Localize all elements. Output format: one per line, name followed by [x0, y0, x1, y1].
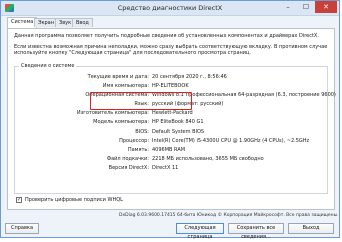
info-row-processor: Процессор: Intel(R) Core(TM) i5-4300U CP… — [15, 138, 325, 145]
info-label: Процессор: — [119, 138, 149, 144]
info-value: Intel(R) Core(TM) i5-4300U CPU @ 1.90GHz… — [152, 138, 310, 144]
system-info-group-title: Сведения о системе — [19, 63, 77, 69]
tab-system[interactable]: Система — [7, 17, 38, 28]
system-info-group: Сведения о системе Текущие время и дата:… — [14, 63, 336, 194]
info-label: Имя компьютера: — [102, 83, 149, 89]
exit-button[interactable]: Выход — [288, 223, 334, 234]
info-value: 2218 МБ использовано, 3655 МБ свободно — [152, 156, 264, 162]
info-label: Изготовитель компьютера: — [76, 110, 149, 116]
close-button[interactable]: ✕ — [315, 1, 337, 13]
info-value: Hewlett-Packard — [152, 110, 193, 116]
info-value: 4096MB RAM — [152, 147, 186, 153]
info-label: Модель компьютера: — [93, 119, 149, 125]
intro-description: Данная программа позволяет получить подр… — [14, 33, 332, 57]
info-row-computer-name: Имя компьютера: HP-ELITEBOOK — [15, 83, 325, 90]
title-bar[interactable]: Средство диагностики DirectX – ☐ ✕ — [1, 1, 339, 16]
info-row-manufacturer: Изготовитель компьютера: Hewlett-Packard — [15, 110, 325, 117]
dxdiag-window: Средство диагностики DirectX – ☐ ✕ Систе… — [0, 0, 340, 240]
tab-input[interactable]: Ввод — [72, 18, 93, 27]
info-row-model: Модель компьютера: HP EliteBook 840 G1 — [15, 119, 325, 126]
help-button[interactable]: Справка — [5, 223, 39, 234]
info-label: BIOS: — [135, 129, 149, 135]
intro-text-secondary: Если известна возможная причина неполадк… — [14, 43, 328, 57]
minimize-button[interactable]: – — [279, 1, 297, 13]
whql-checkbox[interactable]: ✓ — [16, 197, 22, 203]
intro-text: Данная программа позволяет получить подр… — [14, 33, 319, 39]
info-label: Файл подкачки: — [106, 156, 149, 162]
system-tab-panel: Данная программа позволяет получить подр… — [7, 28, 336, 210]
manufacturer-model-highlight — [90, 92, 192, 110]
info-value: HP EliteBook 840 G1 — [152, 119, 204, 125]
info-row-bios: BIOS: Default System BIOS — [15, 129, 325, 136]
info-value: HP-ELITEBOOK — [152, 83, 189, 89]
maximize-button[interactable]: ☐ — [297, 1, 315, 13]
info-row-datetime: Текущие время и дата: 20 сентября 2020 г… — [15, 74, 325, 81]
whql-checkbox-label[interactable]: Проверить цифровые подписи WHQL — [25, 197, 123, 204]
info-row-page-file: Файл подкачки: 2218 МБ использовано, 365… — [15, 156, 325, 163]
copyright-note: DxDiag 6.03.9600.17415 64-бита Юникод © … — [119, 213, 339, 218]
info-value: Default System BIOS — [152, 129, 205, 135]
info-row-directx-version: Версия DirectX: DirectX 11 — [15, 165, 325, 172]
info-label: Текущие время и дата: — [87, 74, 149, 80]
save-all-info-button[interactable]: Сохранить все сведения... — [228, 223, 284, 240]
info-value: 20 сентября 2020 г., 8:56:46 — [152, 74, 227, 80]
info-row-memory: Память: 4096MB RAM — [15, 147, 325, 154]
info-label: Память: — [127, 147, 149, 153]
info-value: DirectX 11 — [152, 165, 179, 171]
next-page-button[interactable]: Следующая страница — [176, 223, 224, 240]
info-label: Версия DirectX: — [108, 165, 149, 171]
